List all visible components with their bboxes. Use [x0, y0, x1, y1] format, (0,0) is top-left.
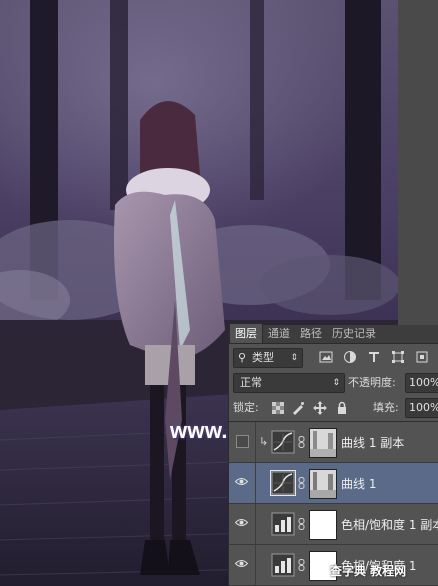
lock-image-pixels-icon[interactable] [291, 401, 305, 415]
tab-history[interactable]: 历史记录 [327, 324, 381, 343]
lock-all-icon[interactable] [335, 401, 349, 415]
eye-icon [235, 519, 248, 526]
eye-icon [235, 560, 248, 567]
pixel-layer-filter-icon[interactable] [319, 350, 333, 364]
layer-row-hue-saturation-1-copy[interactable]: 色相/饱和度 1 副本 [229, 504, 438, 545]
photoshop-window: www.240ps.com 图层 通道 路径 历史记录 ⚲ 类型 ⇕ 正常 [0, 0, 438, 586]
tab-channels[interactable]: 通道 [263, 324, 295, 343]
layer-row-curves-1[interactable]: 曲线 1 [229, 463, 438, 504]
layer-mask-thumbnail[interactable] [309, 510, 337, 540]
kind-filter-label: 类型 [252, 351, 274, 364]
layer-name[interactable]: 曲线 1 [341, 475, 376, 492]
visibility-toggle[interactable] [229, 422, 256, 462]
shape-layer-filter-icon[interactable] [391, 350, 405, 364]
lock-position-icon[interactable] [313, 401, 327, 415]
blend-mode-select[interactable]: 正常 ⇕ [233, 373, 345, 393]
layer-filter-row: ⚲ 类型 ⇕ [229, 345, 438, 369]
blend-mode-value: 正常 [240, 376, 262, 389]
opacity-label: 不透明度: [348, 376, 396, 389]
type-layer-filter-icon[interactable] [367, 350, 381, 364]
corner-watermark: 查字典 教程网 [330, 564, 407, 578]
layer-name[interactable]: 色相/饱和度 1 副本 [341, 516, 438, 533]
lock-label: 锁定: [233, 401, 259, 414]
layer-mask-thumbnail[interactable] [309, 428, 337, 458]
visibility-off-box [236, 435, 249, 448]
tab-layers[interactable]: 图层 [229, 323, 263, 343]
visibility-toggle[interactable] [229, 504, 256, 544]
smart-object-filter-icon[interactable] [415, 350, 429, 364]
layer-kind-filter-select[interactable]: ⚲ 类型 ⇕ [233, 348, 303, 368]
dropdown-arrows-icon: ⇕ [290, 353, 298, 363]
mask-link-icon[interactable] [298, 518, 305, 530]
mask-link-icon[interactable] [298, 559, 305, 571]
panel-tab-bar: 图层 通道 路径 历史记录 [229, 323, 438, 344]
fill-input[interactable]: 100% [405, 398, 438, 418]
eye-icon [235, 478, 248, 485]
hue-saturation-adjustment-icon[interactable] [271, 553, 295, 577]
tab-paths[interactable]: 路径 [295, 324, 327, 343]
layers-panel: 图层 通道 路径 历史记录 ⚲ 类型 ⇕ 正常 ⇕ 不透明度: 100% 锁定:… [228, 323, 438, 586]
layer-name[interactable]: 曲线 1 副本 [341, 434, 404, 451]
blend-opacity-row: 正常 ⇕ 不透明度: 100% [229, 371, 438, 395]
fill-label: 填充: [373, 401, 399, 414]
curves-adjustment-icon[interactable] [271, 430, 295, 454]
lock-transparent-pixels-icon[interactable] [271, 401, 285, 415]
search-icon: ⚲ [238, 351, 247, 364]
hue-saturation-adjustment-icon[interactable] [271, 512, 295, 536]
layer-row-curves-1-copy[interactable]: ↳ 曲线 1 副本 [229, 422, 438, 463]
dropdown-arrows-icon: ⇕ [332, 378, 340, 388]
mask-link-icon[interactable] [298, 477, 305, 489]
opacity-input[interactable]: 100% [405, 373, 438, 393]
visibility-toggle[interactable] [229, 463, 256, 503]
lock-fill-row: 锁定: 填充: 100% [229, 397, 438, 419]
layer-mask-thumbnail[interactable] [309, 469, 337, 499]
adjustment-layer-filter-icon[interactable] [343, 350, 357, 364]
mask-link-icon[interactable] [298, 436, 305, 448]
visibility-toggle[interactable] [229, 545, 256, 585]
curves-adjustment-icon[interactable] [270, 470, 296, 496]
clipping-mask-icon: ↳ [259, 435, 269, 448]
workspace-background [398, 0, 438, 325]
